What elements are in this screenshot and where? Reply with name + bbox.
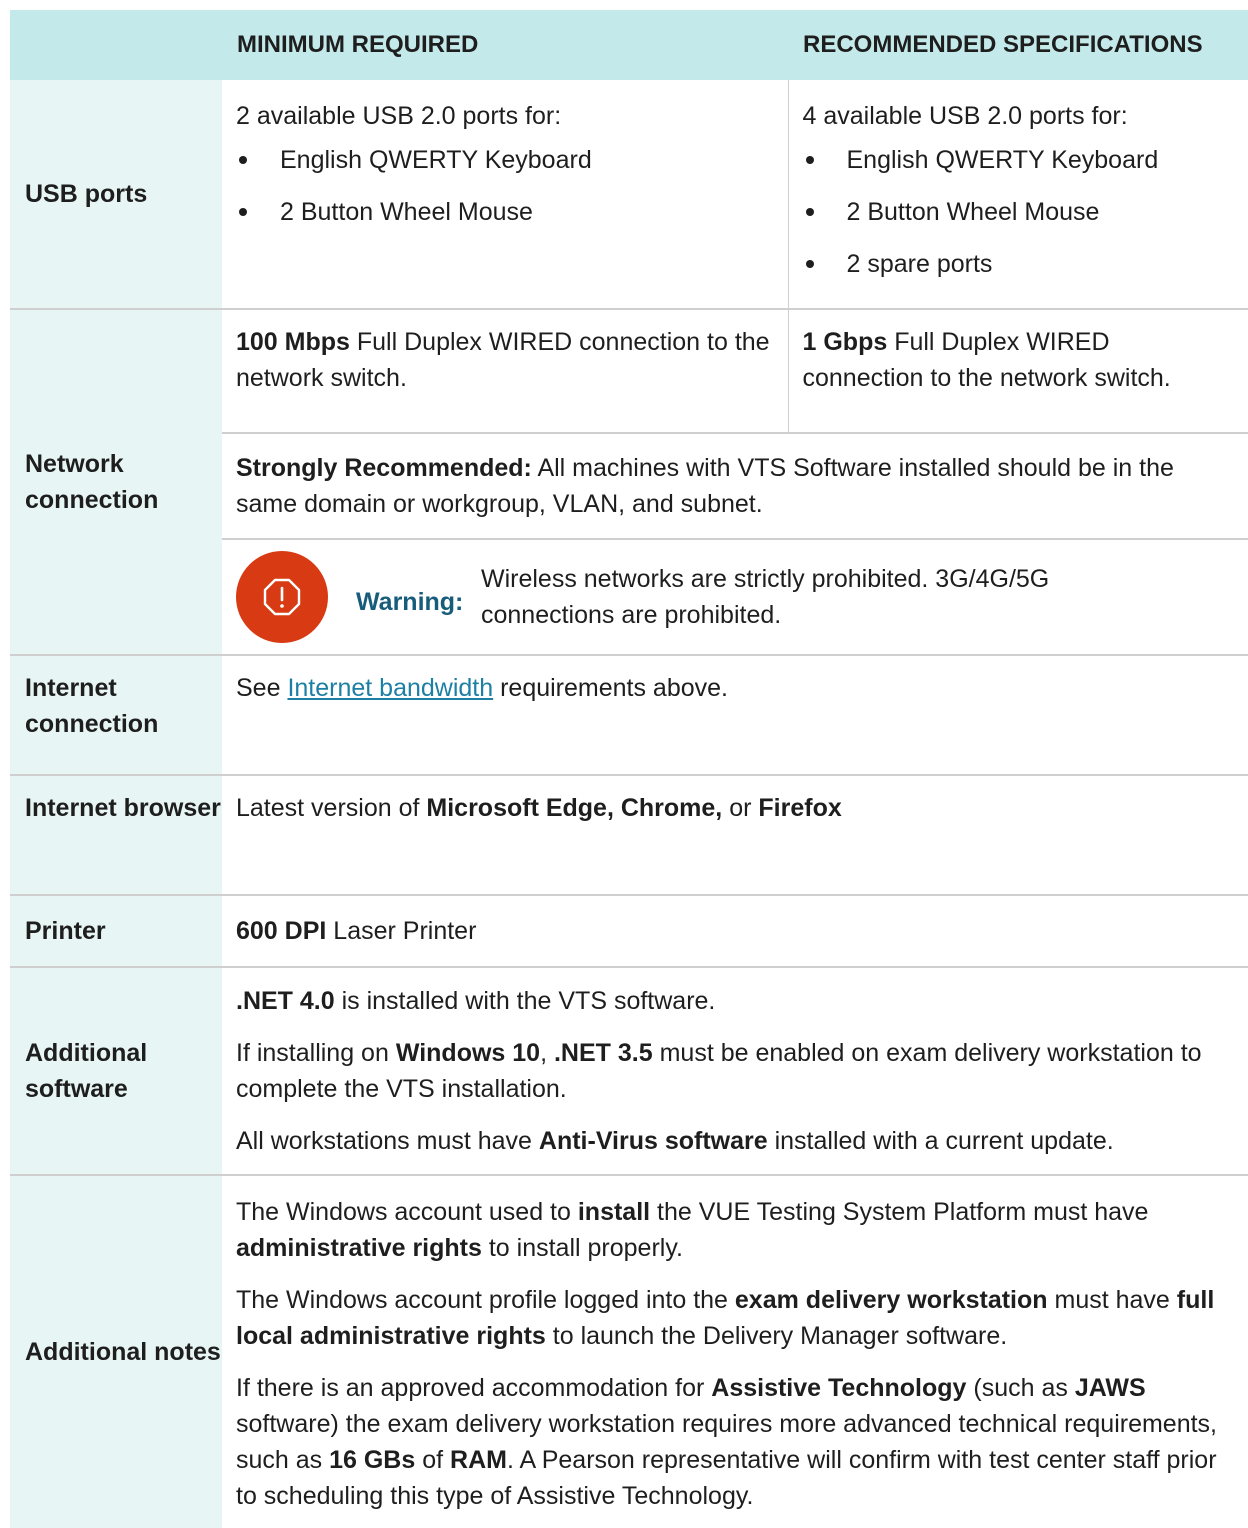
printer-dpi: 600 DPI xyxy=(236,917,327,945)
additional-notes-cell: The Windows account used to install the … xyxy=(222,1175,1248,1528)
table-header-row: MINIMUM REQUIRED RECOMMENDED SPECIFICATI… xyxy=(10,10,1248,80)
notes-p3-a: If there is an approved accommodation fo… xyxy=(236,1374,712,1402)
usb-recommended-cell: 4 available USB 2.0 ports for: English Q… xyxy=(788,80,1248,310)
usb-minimum-intro: 2 available USB 2.0 ports for: xyxy=(236,102,562,130)
software-net40: .NET 4.0 xyxy=(236,987,335,1015)
software-net35: .NET 3.5 xyxy=(553,1039,653,1067)
printer-cell: 600 DPI Laser Printer xyxy=(222,895,1248,968)
additional-software-cell: .NET 4.0 is installed with the VTS softw… xyxy=(222,967,1248,1176)
notes-jaws: JAWS xyxy=(1074,1374,1146,1402)
header-minimum-required: MINIMUM REQUIRED xyxy=(222,10,788,80)
internet-bandwidth-link[interactable]: Internet bandwidth xyxy=(287,674,493,702)
network-recommended-cell: 1 Gbps Full Duplex WIRED connection to t… xyxy=(788,309,1248,434)
list-item: English QWERTY Keyboard xyxy=(803,134,1235,186)
internet-connection-cell: See Internet bandwidth requirements abov… xyxy=(222,655,1248,776)
warning-label: Warning: xyxy=(356,588,464,616)
software-p2-c: , xyxy=(540,1039,554,1067)
browser-firefox: Firefox xyxy=(758,794,842,822)
browser-mid-text: or xyxy=(722,794,759,822)
printer-text: 600 DPI Laser Printer xyxy=(236,913,1234,949)
usb-recommended-list: English QWERTY Keyboard 2 Button Wheel M… xyxy=(803,134,1235,290)
row-label-additional-software: Additional software xyxy=(10,967,222,1176)
table-row-internet-connection: Internet connection See Internet bandwid… xyxy=(10,655,1248,776)
internet-post-text: requirements above. xyxy=(493,674,728,702)
software-p3-c: installed with a current update. xyxy=(767,1127,1114,1155)
usb-recommended-intro: 4 available USB 2.0 ports for: xyxy=(802,102,1128,130)
notes-p3-c: (such as xyxy=(966,1374,1075,1402)
row-label-printer: Printer xyxy=(10,895,222,968)
network-minimum-speed: 100 Mbps xyxy=(236,328,350,356)
software-paragraph-2: If installing on Windows 10, .NET 3.5 mu… xyxy=(236,1035,1234,1107)
table-row-internet-browser: Internet browser Latest version of Micro… xyxy=(10,775,1248,896)
header-recommended-specifications: RECOMMENDED SPECIFICATIONS xyxy=(788,10,1248,80)
requirements-table: MINIMUM REQUIRED RECOMMENDED SPECIFICATI… xyxy=(10,10,1248,1528)
requirements-page: MINIMUM REQUIRED RECOMMENDED SPECIFICATI… xyxy=(10,10,1248,1528)
network-label-text: Network connection xyxy=(25,450,159,514)
internet-connection-text: See Internet bandwidth requirements abov… xyxy=(236,670,1234,706)
network-recommendation-cell: Strongly Recommended: All machines with … xyxy=(222,433,1248,540)
header-empty-cell xyxy=(10,10,222,80)
notes-paragraph-2: The Windows account profile logged into … xyxy=(236,1282,1234,1354)
alert-octagon-icon xyxy=(236,551,328,643)
notes-assistive-tech: Assistive Technology xyxy=(711,1374,967,1402)
row-label-internet-connection: Internet connection xyxy=(10,655,222,776)
row-label-usb-ports: USB ports xyxy=(10,80,222,310)
network-minimum-text: 100 Mbps Full Duplex WIRED connection to… xyxy=(236,324,774,396)
network-recommended-text: 1 Gbps Full Duplex WIRED connection to t… xyxy=(803,324,1235,396)
software-paragraph-3: All workstations must have Anti-Virus so… xyxy=(236,1123,1234,1159)
notes-16gb: 16 GBs xyxy=(329,1446,416,1474)
internet-pre-text: See xyxy=(236,674,288,702)
table-row-additional-notes: Additional notes The Windows account use… xyxy=(10,1175,1248,1528)
network-recommendation-text: Strongly Recommended: All machines with … xyxy=(236,450,1234,522)
list-item: 2 spare ports xyxy=(803,238,1235,290)
warning-text: Wireless networks are strictly prohibite… xyxy=(481,565,1050,629)
usb-minimum-list: English QWERTY Keyboard 2 Button Wheel M… xyxy=(236,134,774,238)
notes-paragraph-1: The Windows account used to install the … xyxy=(236,1194,1234,1266)
row-label-additional-notes: Additional notes xyxy=(10,1175,222,1528)
table-row-usb: USB ports 2 available USB 2.0 ports for:… xyxy=(10,80,1248,310)
internet-browser-cell: Latest version of Microsoft Edge, Chrome… xyxy=(222,775,1248,896)
software-p2-a: If installing on xyxy=(236,1039,396,1067)
notes-p1-e: to install properly. xyxy=(481,1234,683,1262)
table-row-printer: Printer 600 DPI Laser Printer xyxy=(10,895,1248,968)
usb-minimum-cell: 2 available USB 2.0 ports for: English Q… xyxy=(222,80,789,310)
notes-p2-a: The Windows account profile logged into … xyxy=(236,1286,735,1314)
notes-p1-a: The Windows account used to xyxy=(236,1198,578,1226)
notes-ram: RAM xyxy=(450,1446,507,1474)
network-warning-cell: Warning: Wireless networks are strictly … xyxy=(222,539,1248,656)
notes-install: install xyxy=(577,1198,651,1226)
list-item: 2 Button Wheel Mouse xyxy=(236,186,774,238)
notes-p2-e: to launch the Delivery Manager software. xyxy=(545,1322,1008,1350)
network-recommended-speed: 1 Gbps xyxy=(802,328,888,356)
list-item: English QWERTY Keyboard xyxy=(236,134,774,186)
software-p3-a: All workstations must have xyxy=(236,1127,539,1155)
warning-callout: Warning: Wireless networks are strictly … xyxy=(236,551,1234,643)
notes-admin-rights: administrative rights xyxy=(236,1234,482,1262)
notes-p2-c: must have xyxy=(1047,1286,1177,1314)
row-label-internet-browser: Internet browser xyxy=(10,775,222,896)
internet-browser-text: Latest version of Microsoft Edge, Chrome… xyxy=(236,790,1234,826)
table-row-network: Network connection 100 Mbps Full Duplex … xyxy=(10,309,1248,656)
browser-names: Microsoft Edge, Chrome, xyxy=(426,794,723,822)
alert-octagon-icon-svg xyxy=(263,578,301,616)
software-paragraph-1: .NET 4.0 is installed with the VTS softw… xyxy=(236,983,1234,1019)
list-item: 2 Button Wheel Mouse xyxy=(803,186,1235,238)
software-windows10: Windows 10 xyxy=(395,1039,541,1067)
strongly-recommended-label: Strongly Recommended: xyxy=(236,454,532,482)
notes-paragraph-3: If there is an approved accommodation fo… xyxy=(236,1370,1234,1514)
notes-p3-g: of xyxy=(415,1446,451,1474)
network-minimum-cell: 100 Mbps Full Duplex WIRED connection to… xyxy=(222,309,789,434)
notes-exam-workstation: exam delivery workstation xyxy=(734,1286,1048,1314)
browser-pre-text: Latest version of xyxy=(236,794,427,822)
notes-p1-c: the VUE Testing System Platform must hav… xyxy=(650,1198,1149,1226)
printer-desc: Laser Printer xyxy=(326,917,477,945)
row-label-network-connection: Network connection xyxy=(10,309,222,656)
software-p1-text: is installed with the VTS software. xyxy=(334,987,716,1015)
software-antivirus: Anti-Virus software xyxy=(538,1127,768,1155)
table-row-additional-software: Additional software .NET 4.0 is installe… xyxy=(10,967,1248,1176)
